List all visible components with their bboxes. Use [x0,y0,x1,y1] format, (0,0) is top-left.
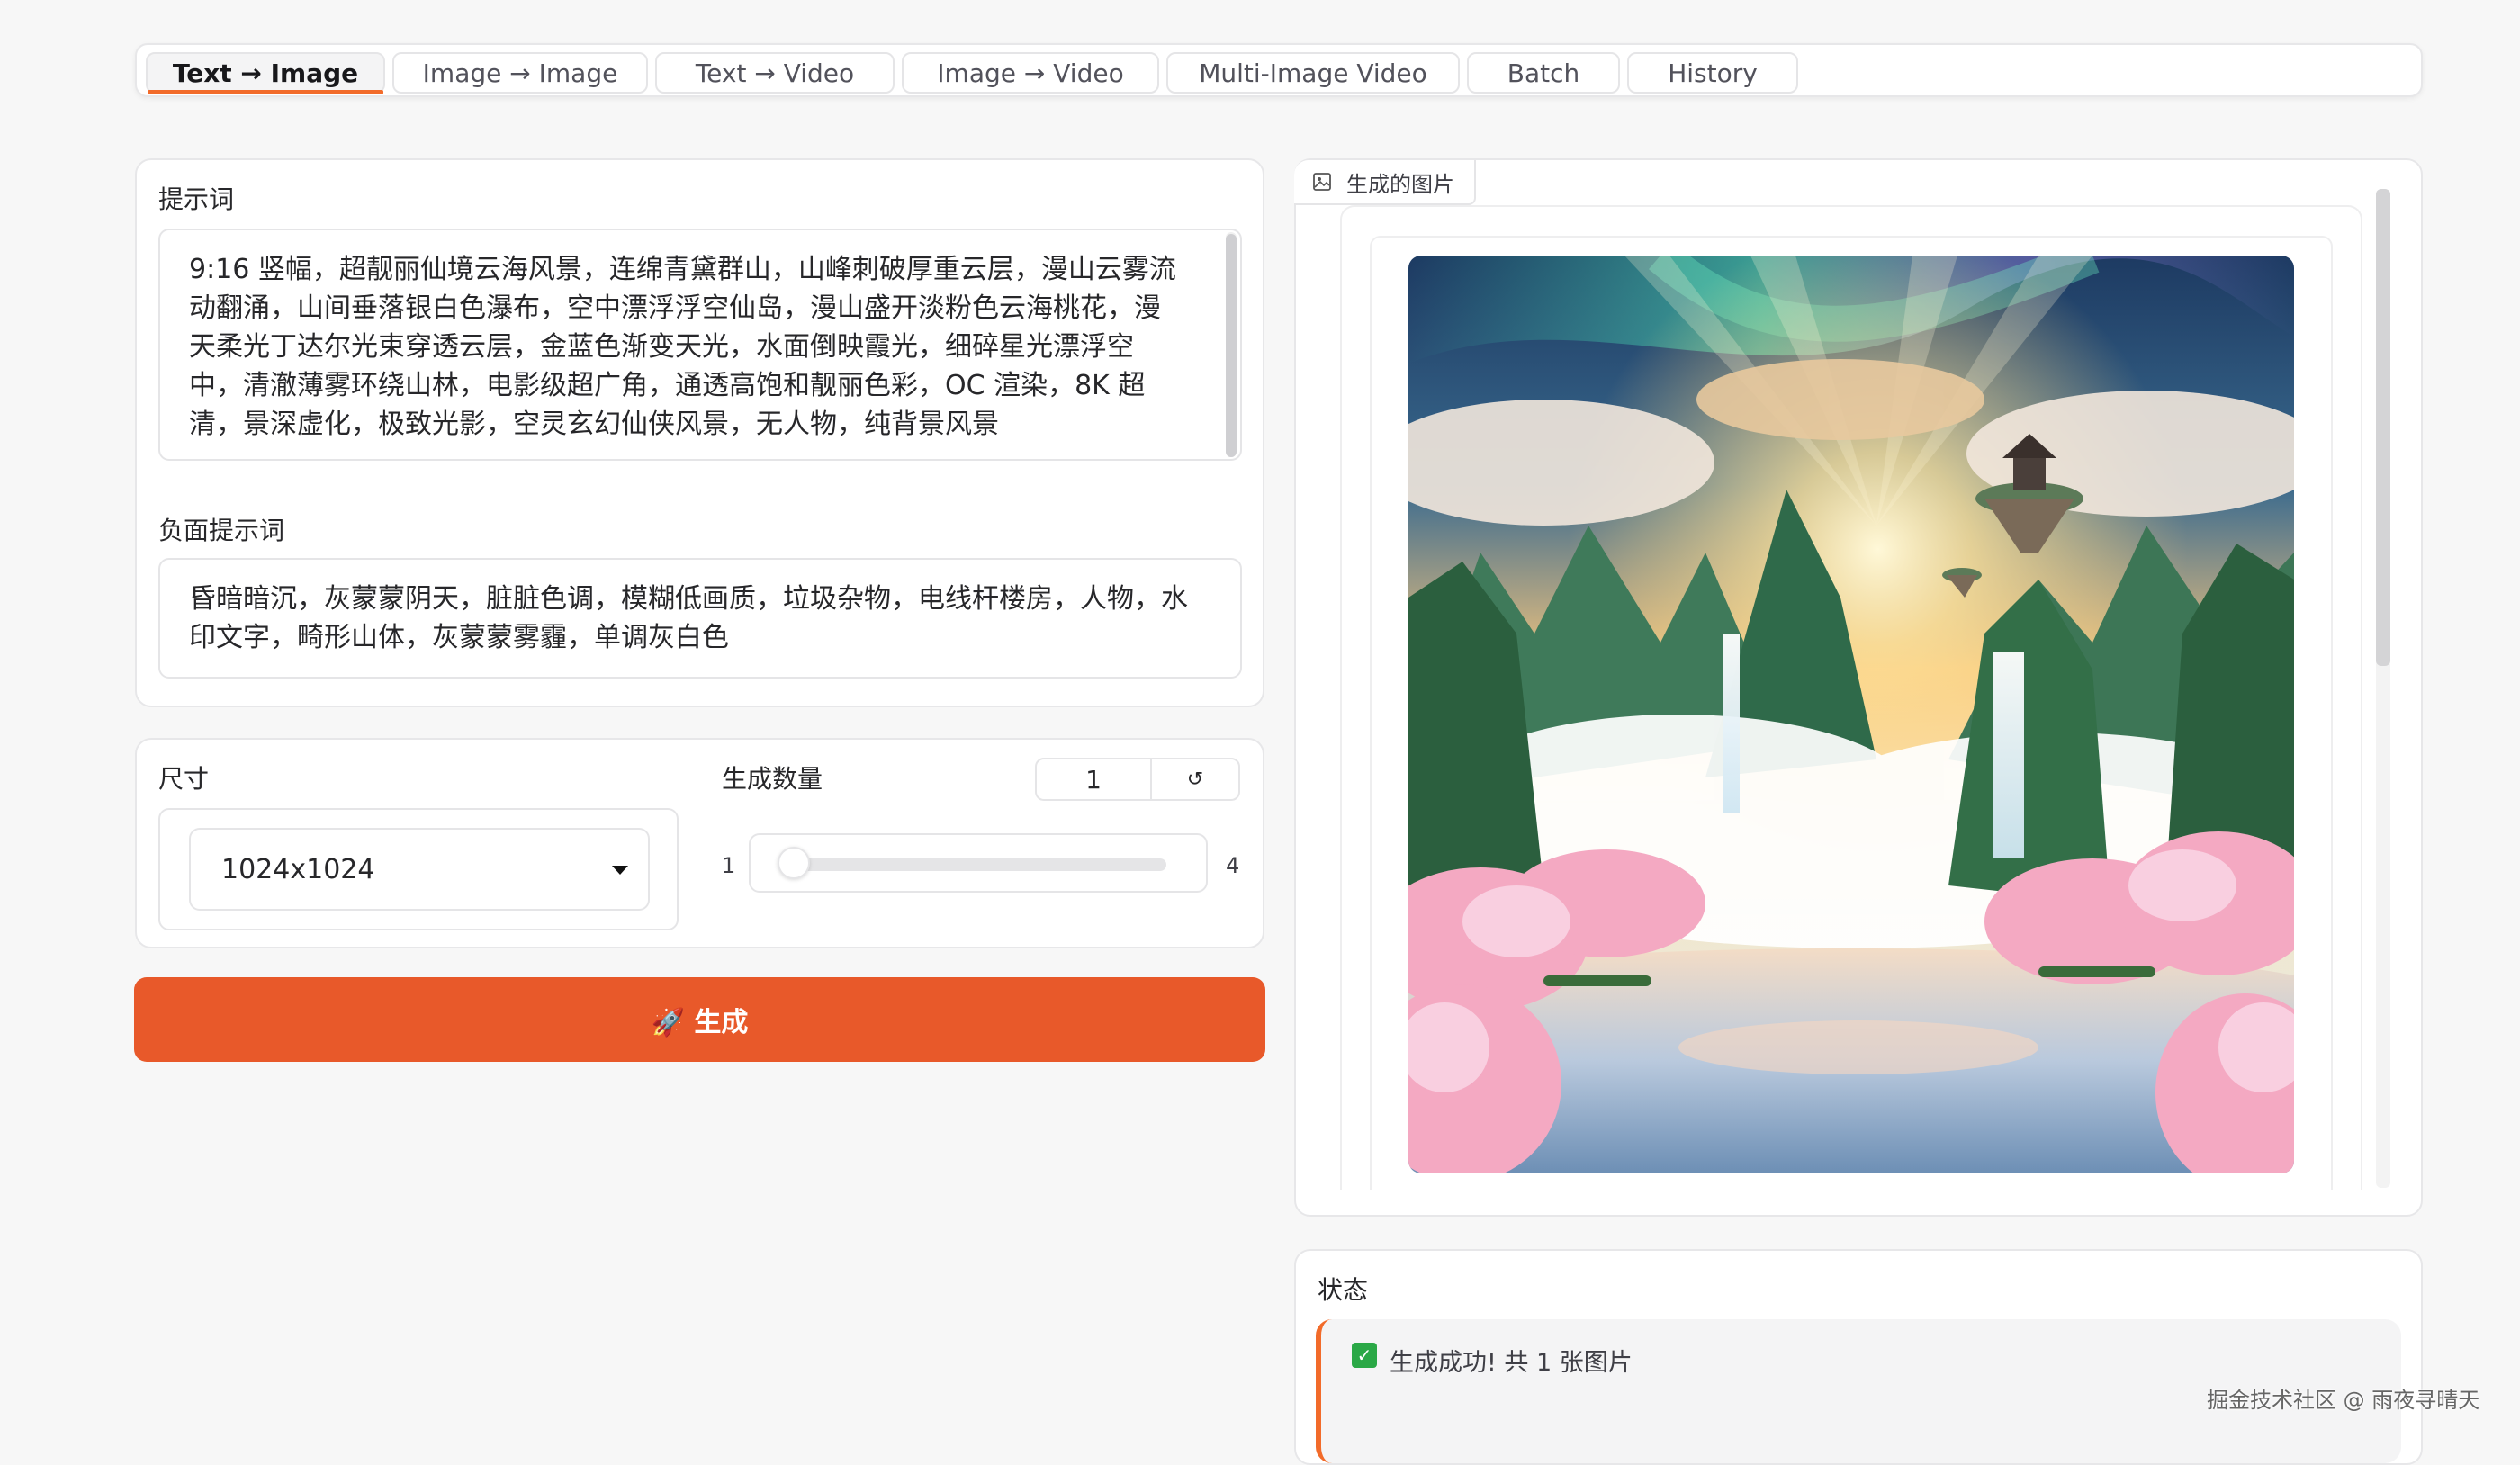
chevron-down-icon [612,866,628,875]
tab-label: Multi-Image Video [1199,58,1427,88]
prompt-panel: 提示词 9:16 竖幅，超靓丽仙境云海风景，连绵青黛群山，山峰刺破厚重云层，漫山… [135,158,1264,707]
generated-image[interactable] [1408,256,2294,1173]
tab-text-to-video[interactable]: Text → Video [655,52,895,94]
count-value: 1 [1085,764,1102,795]
status-message: 生成成功! 共 1 张图片 [1390,1349,1633,1377]
prompt-scrollbar-thumb[interactable] [1226,234,1237,457]
negative-prompt-input[interactable]: 昏暗暗沉，灰蒙蒙阴天，脏脏色调，模糊低画质，垃圾杂物，电线杆楼房，人物，水印文字… [158,558,1242,679]
tab-label: Image → Video [937,58,1124,88]
check-icon: ✓ [1352,1343,1377,1368]
negative-prompt-text: 昏暗暗沉，灰蒙蒙阴天，脏脏色调，模糊低画质，垃圾杂物，电线杆楼房，人物，水印文字… [189,583,1188,653]
size-select-value: 1024x1024 [221,853,375,885]
prompt-scrollbar[interactable] [1226,232,1237,457]
active-tab-indicator [148,90,383,94]
prompt-text: 9:16 竖幅，超靓丽仙境云海风景，连绵青黛群山，山峰刺破厚重云层，漫山云雾流动… [189,254,1176,440]
tab-label: Text → Image [172,58,359,88]
generate-button-label: 🚀 生成 [651,1007,749,1038]
tab-history[interactable]: History [1627,52,1798,94]
prompt-label: 提示词 [158,184,235,214]
output-scrollbar-thumb[interactable] [2376,189,2390,666]
slider-min-label: 1 [722,853,736,878]
tab-label: Batch [1507,58,1580,88]
settings-panel: 尺寸 1024x1024 生成数量 1 ↺ 1 4 [135,738,1264,948]
slider-max-label: 4 [1226,853,1240,878]
count-label: 生成数量 [722,764,824,794]
count-number-input[interactable]: 1 [1035,758,1152,801]
tab-label: Image → Image [422,58,618,88]
tab-multi-image-video[interactable]: Multi-Image Video [1166,52,1460,94]
status-label: 状态 [1318,1275,1369,1305]
watermark: 掘金技术社区 @ 雨夜寻晴天 [2207,1388,2480,1413]
tab-label: Text → Video [695,58,855,88]
tab-image-to-image[interactable]: Image → Image [392,52,648,94]
reset-icon: ↺ [1186,768,1204,791]
mode-tab-bar: Text → Image Image → Image Text → Video … [135,43,2423,97]
count-slider-frame [749,833,1208,893]
reset-button[interactable]: ↺ [1150,758,1240,801]
count-slider-track[interactable] [797,858,1166,871]
generate-button[interactable]: 🚀 生成 [134,977,1265,1062]
prompt-input[interactable]: 9:16 竖幅，超靓丽仙境云海风景，连绵青黛群山，山峰刺破厚重云层，漫山云雾流动… [158,229,1242,461]
tab-text-to-image[interactable]: Text → Image [146,52,385,94]
output-tab[interactable]: 生成的图片 [1294,160,1476,205]
size-select[interactable]: 1024x1024 [189,828,650,911]
image-icon [1313,173,1331,191]
count-slider-thumb[interactable] [778,847,810,879]
tab-batch[interactable]: Batch [1467,52,1620,94]
tab-image-to-video[interactable]: Image → Video [902,52,1159,94]
size-select-frame: 1024x1024 [158,808,679,930]
tab-label: History [1668,58,1758,88]
output-tab-label: 生成的图片 [1346,171,1454,197]
output-scrollbar[interactable] [2376,189,2390,1188]
size-label: 尺寸 [158,764,210,794]
negative-prompt-label: 负面提示词 [158,516,285,545]
